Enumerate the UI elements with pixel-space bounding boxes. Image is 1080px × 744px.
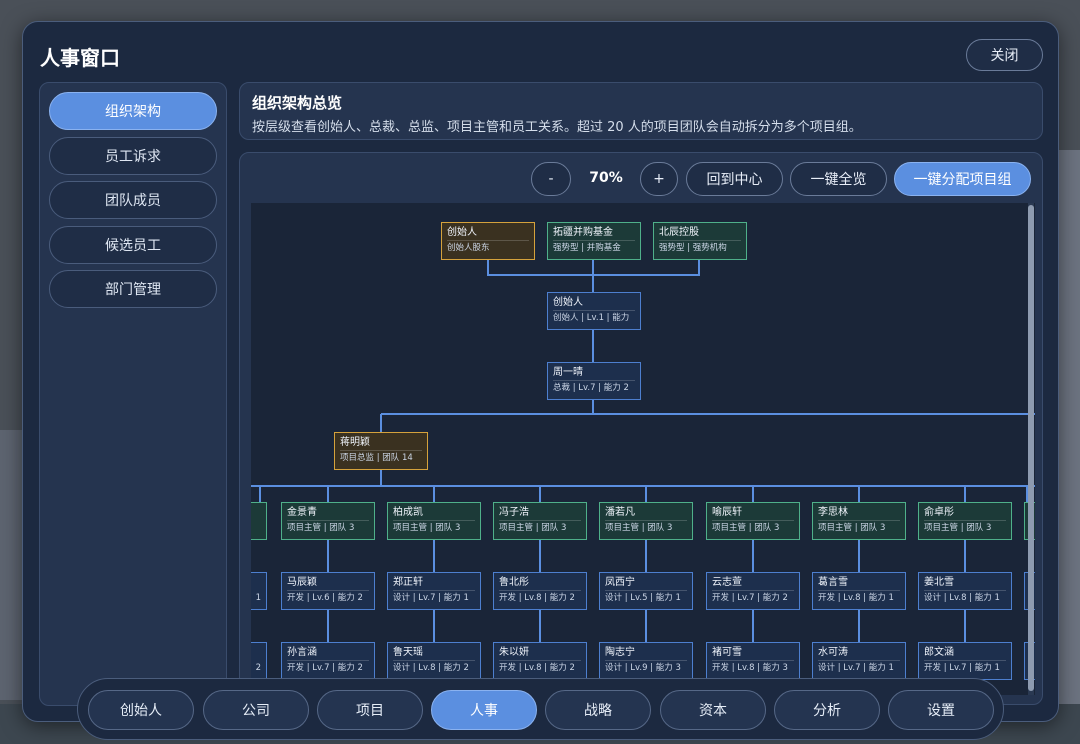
org-node-staff[interactable]: 郎文涵 开发 | Lv.7 | 能力 1 [918, 642, 1012, 680]
org-node-staff[interactable]: 云志萱 开发 | Lv.7 | 能力 2 [706, 572, 800, 610]
org-node-staff-partial[interactable]: 1 [251, 572, 267, 610]
overview-header: 组织架构总览 按层级查看创始人、总裁、总监、项目主管和员工关系。超过 20 人的… [239, 82, 1043, 140]
sidebar-item-org-structure[interactable]: 组织架构 [49, 92, 217, 130]
org-node-manager[interactable]: 喻辰轩 项目主管 | 团队 3 [706, 502, 800, 540]
zoom-level: 70% [589, 170, 623, 186]
org-node-staff[interactable]: 孙言涵 开发 | Lv.7 | 能力 2 [281, 642, 375, 680]
nav-founder[interactable]: 创始人 [88, 690, 194, 730]
nav-strategy[interactable]: 战略 [545, 690, 651, 730]
org-node-staff[interactable]: 鲁天瑶 设计 | Lv.8 | 能力 2 [387, 642, 481, 680]
sidebar-item-employee-requests[interactable]: 员工诉求 [49, 137, 217, 175]
assign-project-groups-button[interactable]: 一键分配项目组 [894, 162, 1031, 196]
org-node-staff[interactable]: 水可涛 设计 | Lv.7 | 能力 1 [812, 642, 906, 680]
background-building-right [1058, 150, 1080, 710]
org-node-staff[interactable]: 马辰颖 开发 | Lv.6 | 能力 2 [281, 572, 375, 610]
sidebar-item-department-management[interactable]: 部门管理 [49, 270, 217, 308]
nav-projects[interactable]: 项目 [317, 690, 423, 730]
org-node-staff[interactable]: 褚可雪 开发 | Lv.8 | 能力 3 [706, 642, 800, 680]
org-node-staff[interactable]: 朱以妍 开发 | Lv.8 | 能力 2 [493, 642, 587, 680]
sidebar: 组织架构 员工诉求 团队成员 候选员工 部门管理 [39, 82, 227, 706]
org-node-president[interactable]: 周一晴 总裁 | Lv.7 | 能力 2 [547, 362, 641, 400]
zoom-out-button[interactable]: - [531, 162, 571, 196]
nav-settings[interactable]: 设置 [888, 690, 994, 730]
background-building-left [0, 430, 22, 700]
bottom-navigation: 创始人 公司 项目 人事 战略 资本 分析 设置 [77, 678, 1004, 740]
org-node-staff[interactable]: 郑正轩 设计 | Lv.7 | 能力 1 [387, 572, 481, 610]
sidebar-item-team-members[interactable]: 团队成员 [49, 181, 217, 219]
org-node-manager-partial[interactable] [251, 502, 267, 540]
nav-hr[interactable]: 人事 [431, 690, 537, 730]
org-node-director[interactable]: 蒋明颖 项目总监 | 团队 14 [334, 432, 428, 470]
center-view-button[interactable]: 回到中心 [686, 162, 783, 196]
org-node-manager[interactable]: 金景青 项目主管 | 团队 3 [281, 502, 375, 540]
org-node-founder[interactable]: 创始人 创始人 | Lv.1 | 能力 [547, 292, 641, 330]
nav-capital[interactable]: 资本 [660, 690, 766, 730]
nav-company[interactable]: 公司 [203, 690, 309, 730]
scrollbar-thumb[interactable] [1028, 205, 1034, 691]
overview-title: 组织架构总览 [252, 94, 343, 112]
org-node-staff[interactable]: 凤西宁 设计 | Lv.5 | 能力 1 [599, 572, 693, 610]
org-node-manager[interactable]: 李思林 项目主管 | 团队 3 [812, 502, 906, 540]
close-button[interactable]: 关闭 [966, 39, 1043, 71]
overview-all-button[interactable]: 一键全览 [790, 162, 887, 196]
org-node-staff[interactable]: 鲁北彤 开发 | Lv.8 | 能力 2 [493, 572, 587, 610]
org-node-shareholder[interactable]: 拓疆并购基金 强势型 | 并购基金 [547, 222, 641, 260]
org-node-manager[interactable]: 俞卓彤 项目主管 | 团队 3 [918, 502, 1012, 540]
org-node-staff-partial[interactable]: 2 [251, 642, 267, 680]
org-chart-canvas[interactable]: 创始人 创始人股东 拓疆并购基金 强势型 | 并购基金 北辰控股 强势型 | 强… [251, 203, 1035, 695]
org-node-staff[interactable]: 葛言雪 开发 | Lv.8 | 能力 1 [812, 572, 906, 610]
org-node-manager[interactable]: 柏成凯 项目主管 | 团队 3 [387, 502, 481, 540]
window-title: 人事窗口 [40, 46, 120, 70]
org-node-staff[interactable]: 陶志宁 设计 | Lv.9 | 能力 3 [599, 642, 693, 680]
org-node-shareholder[interactable]: 北辰控股 强势型 | 强势机构 [653, 222, 747, 260]
org-node-manager[interactable]: 潘若凡 项目主管 | 团队 3 [599, 502, 693, 540]
sidebar-item-candidates[interactable]: 候选员工 [49, 226, 217, 264]
org-chart-panel: - 70% + 回到中心 一键全览 一键分配项目组 创始人 创始人股东 拓疆并购… [239, 152, 1043, 705]
overview-description: 按层级查看创始人、总裁、总监、项目主管和员工关系。超过 20 人的项目团队会自动… [252, 120, 862, 135]
nav-analysis[interactable]: 分析 [774, 690, 880, 730]
org-node-staff[interactable]: 姜北雪 设计 | Lv.8 | 能力 1 [918, 572, 1012, 610]
org-node-shareholder[interactable]: 创始人 创始人股东 [441, 222, 535, 260]
hr-window: 人事窗口 关闭 组织架构 员工诉求 团队成员 候选员工 部门管理 组织架构总览 … [22, 21, 1059, 722]
org-node-manager[interactable]: 冯子浩 项目主管 | 团队 3 [493, 502, 587, 540]
zoom-in-button[interactable]: + [640, 162, 678, 196]
